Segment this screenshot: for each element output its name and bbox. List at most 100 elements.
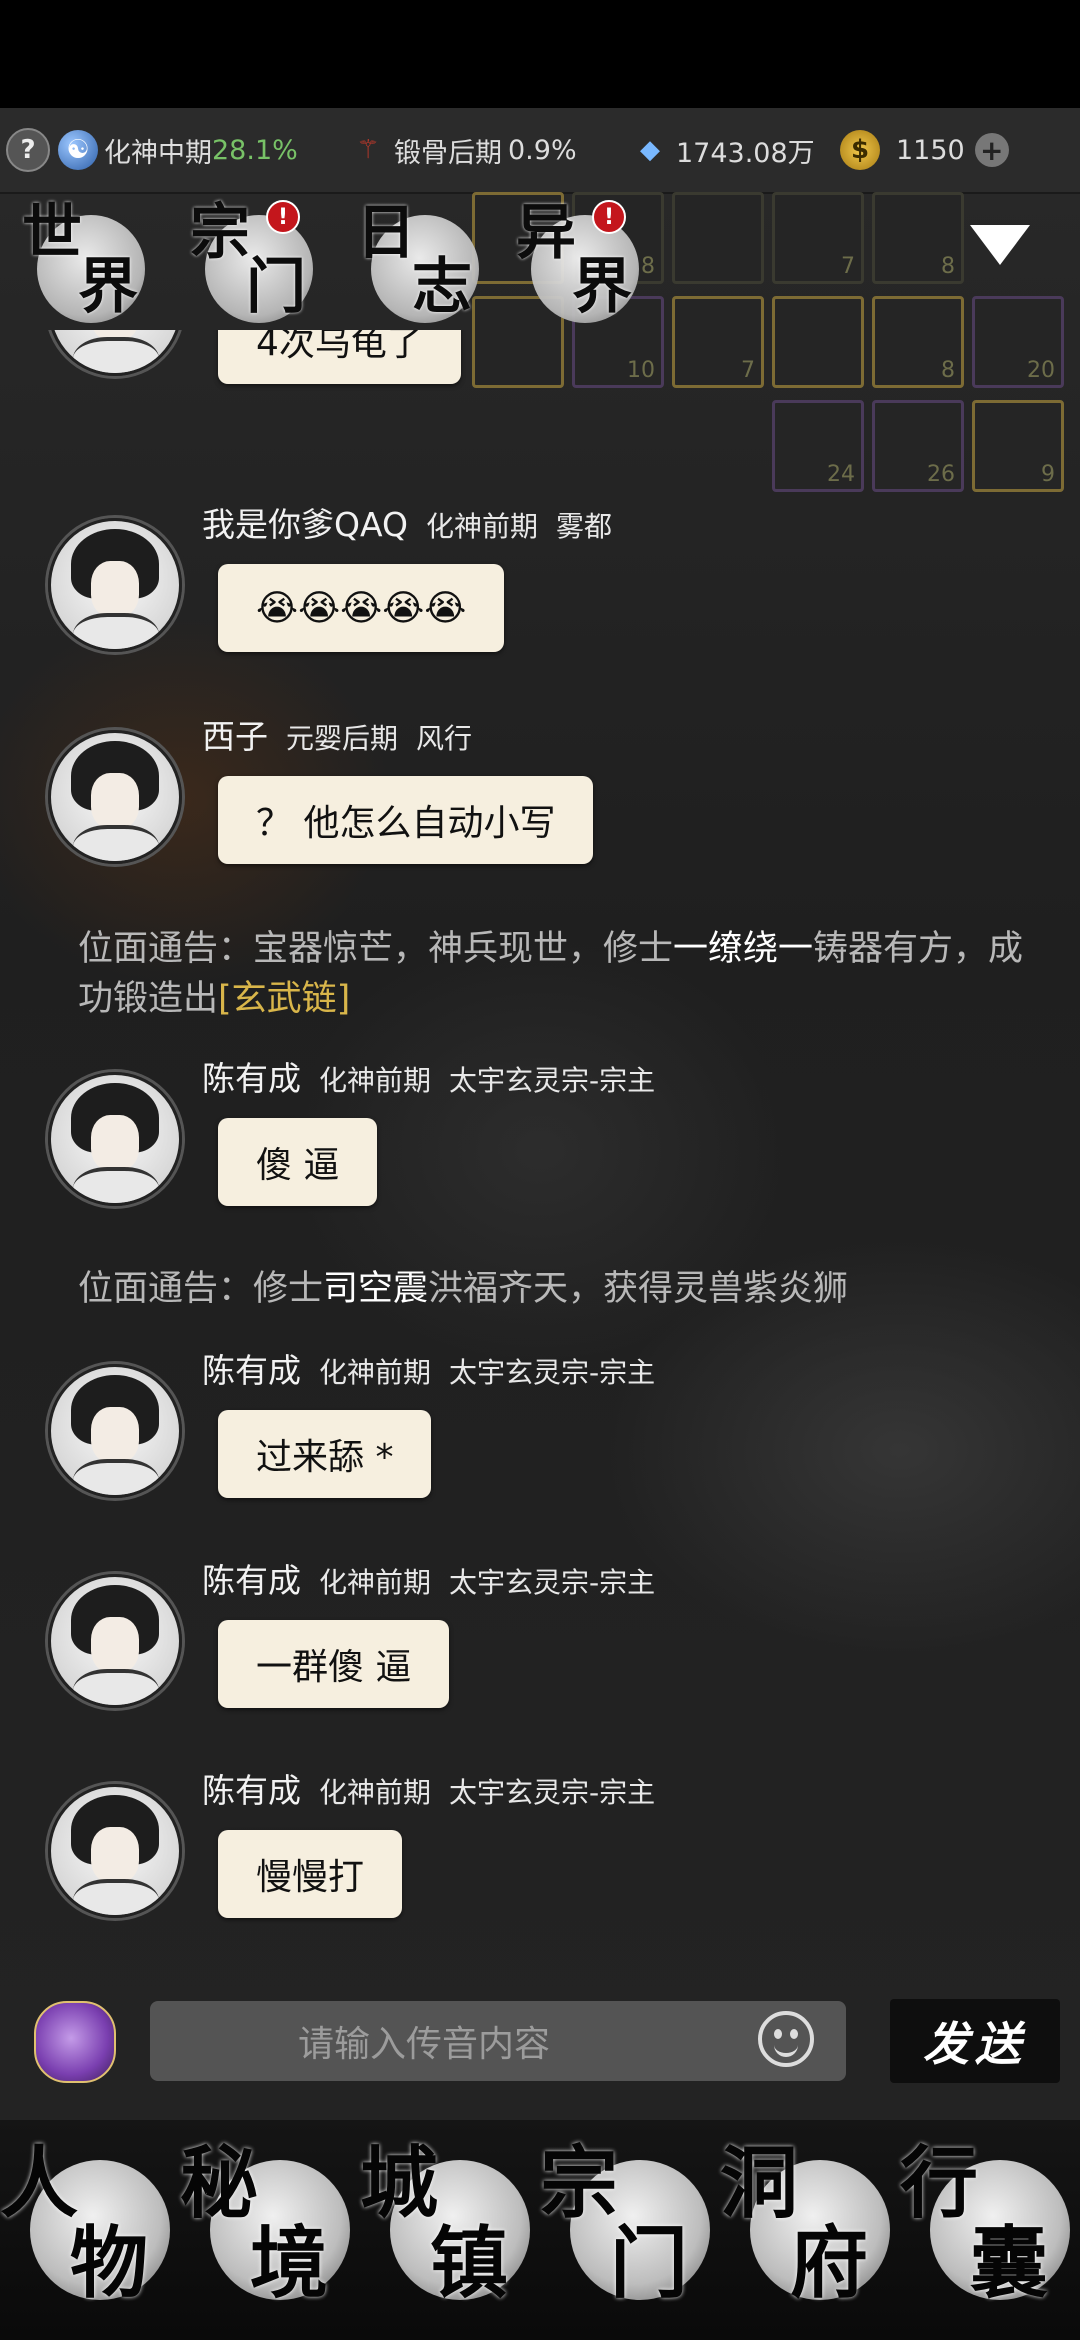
help-button[interactable]: ?	[6, 108, 56, 192]
message-bubble: 傻 逼	[218, 1118, 378, 1206]
avatar[interactable]	[48, 1364, 182, 1498]
nav-char2: 物	[70, 2218, 149, 2309]
nav-char2: 镇	[430, 2218, 509, 2309]
nav-otherworld-button[interactable]: 异 界 !	[516, 195, 646, 325]
send-button[interactable]: 发送	[890, 1999, 1060, 2083]
message-meta: 陈有成 化神前期 太宇玄灵宗-宗主	[202, 1052, 655, 1100]
message-bubble: 一群傻 逼	[218, 1620, 450, 1708]
game-screen: ? ☯ 化神中期 28.1% ⚚ 锻骨后期 0.9% ◆ 1743.08万 $ …	[0, 0, 1080, 2340]
collapse-triangle-icon[interactable]	[970, 225, 1030, 265]
avatar[interactable]	[48, 518, 182, 652]
nav-world-char1: 世	[22, 198, 82, 268]
avatar[interactable]	[48, 1574, 182, 1708]
gold-coin-icon: $	[840, 130, 880, 170]
message-bubble: ？ 他怎么自动小写	[218, 776, 594, 864]
notice-player[interactable]: 司空震	[323, 1269, 428, 1309]
gold-value: 1150	[896, 134, 965, 166]
message-bubble: 4次乌龟了	[218, 330, 461, 384]
message-bubble: 😭😭😭😭😭	[218, 564, 505, 652]
cultivation-percent: 28.1%	[212, 134, 298, 166]
sender-place: 太宇玄灵宗-宗主	[449, 1064, 656, 1097]
sender-name[interactable]: 西子	[202, 717, 268, 756]
sender-name[interactable]: 陈有成	[202, 1351, 301, 1390]
sender-realm: 化神前期	[319, 1064, 432, 1097]
message-meta: 我是你爹QAQ 化神前期 雾都	[202, 498, 612, 546]
spirit-stone-count[interactable]: ◆ 1743.08万	[630, 108, 815, 192]
nav-char1: 秘	[180, 2138, 259, 2229]
sender-place: 雾都	[555, 510, 612, 543]
nav-char2: 门	[610, 2218, 689, 2309]
nav-sect-char2: 门	[246, 252, 306, 322]
nav-secret-realm-button[interactable]: 秘 境	[180, 2130, 360, 2330]
nav-char2: 境	[250, 2218, 329, 2309]
emoji-icon[interactable]	[758, 2011, 814, 2067]
add-gold-icon[interactable]: +	[974, 133, 1009, 167]
nav-log-char1: 日	[356, 198, 416, 268]
message-meta: 陈有成 化神前期 太宇玄灵宗-宗主	[202, 1344, 655, 1392]
nav-sect-char1: 宗	[190, 198, 250, 268]
avatar[interactable]	[48, 1784, 182, 1918]
avatar[interactable]	[48, 330, 182, 376]
cultivation-realm: 化神中期	[104, 137, 212, 169]
nav-world-char2: 界	[78, 252, 138, 322]
cultivation-level[interactable]: ☯ 化神中期 28.1%	[58, 108, 298, 192]
nav-sect-button[interactable]: 宗 门 !	[190, 195, 320, 325]
pet-avatar-icon[interactable]	[34, 2001, 116, 2083]
nav-sect-button[interactable]: 宗 门	[540, 2130, 720, 2330]
sender-place: 太宇玄灵宗-宗主	[449, 1356, 656, 1389]
nav-char1: 洞	[720, 2138, 799, 2229]
taiji-icon: ☯	[58, 130, 98, 170]
sender-place: 太宇玄灵宗-宗主	[449, 1776, 656, 1809]
gold-count[interactable]: $ 1150 +	[840, 108, 1009, 192]
notice-prefix: 位面通告：宝器惊芒，神兵现世，修士	[78, 929, 674, 969]
resource-bar: ? ☯ 化神中期 28.1% ⚚ 锻骨后期 0.9% ◆ 1743.08万 $ …	[0, 108, 1080, 194]
sender-name[interactable]: 陈有成	[202, 1561, 301, 1600]
sender-realm: 化神前期	[319, 1356, 432, 1389]
body-refine-icon: ⚚	[356, 135, 380, 165]
message-meta: 陈有成 化神前期 太宇玄灵宗-宗主	[202, 1554, 655, 1602]
sender-name[interactable]: 我是你爹QAQ	[202, 505, 408, 544]
notice-middle: 洪福齐天，获得灵兽紫炎狮	[428, 1269, 849, 1309]
notification-badge: !	[266, 200, 300, 234]
nav-char2: 府	[790, 2218, 869, 2309]
sender-realm: 化神前期	[319, 1776, 432, 1809]
system-notice: 位面通告：宝器惊芒，神兵现世，修士一缭绕一铸器有方，成功锻造出[玄武链]	[78, 924, 1028, 1024]
body-level[interactable]: ⚚ 锻骨后期 0.9%	[348, 108, 577, 192]
nav-char2: 囊	[970, 2218, 1049, 2309]
top-nav: 世 界 宗 门 ! 日 志 异 界 !	[0, 190, 1080, 330]
bottom-nav: 人 物 秘 境 城 镇 宗 门 洞 府 行 囊	[0, 2120, 1080, 2340]
sender-name[interactable]: 陈有成	[202, 1771, 301, 1810]
message-input[interactable]: 请输入传音内容	[150, 2001, 846, 2081]
nav-cave-button[interactable]: 洞 府	[720, 2130, 900, 2330]
message-bubble: 慢慢打	[218, 1830, 403, 1918]
nav-otherworld-char2: 界	[572, 252, 632, 322]
nav-character-button[interactable]: 人 物	[0, 2130, 180, 2330]
nav-bag-button[interactable]: 行 囊	[900, 2130, 1080, 2330]
spirit-stone-icon: ◆	[640, 135, 660, 165]
spirit-stone-value: 1743.08万	[676, 137, 815, 169]
notice-item-link[interactable]: [玄武链]	[218, 979, 350, 1019]
avatar[interactable]	[48, 1072, 182, 1206]
sender-realm: 化神前期	[319, 1566, 432, 1599]
sender-place: 太宇玄灵宗-宗主	[449, 1566, 656, 1599]
nav-char1: 人	[0, 2138, 79, 2229]
message-meta: 陈有成 化神前期 太宇玄灵宗-宗主	[202, 1764, 655, 1812]
nav-log-char2: 志	[412, 252, 472, 322]
message-bubble: 过来舔 *	[218, 1410, 432, 1498]
nav-char1: 城	[360, 2138, 439, 2229]
nav-char1: 行	[900, 2138, 979, 2229]
notice-player[interactable]: 一缭绕一	[673, 929, 813, 969]
notice-prefix: 位面通告：修士	[78, 1269, 324, 1309]
message-meta: 西子 元婴后期 风行	[202, 710, 472, 758]
sender-name[interactable]: 陈有成	[202, 1059, 301, 1098]
sender-realm: 元婴后期	[286, 722, 399, 755]
body-percent: 0.9%	[508, 134, 577, 166]
sender-realm: 化神前期	[425, 510, 538, 543]
chat-list[interactable]: 4次乌龟了 我是你爹QAQ 化神前期 雾都 😭😭😭😭😭 西子 元婴后期 风行 ？ 他怎么…	[0, 330, 1080, 1970]
nav-world-button[interactable]: 世 界	[22, 195, 152, 325]
status-bar	[0, 0, 1080, 108]
avatar[interactable]	[48, 730, 182, 864]
nav-town-button[interactable]: 城 镇	[360, 2130, 540, 2330]
notification-badge: !	[592, 200, 626, 234]
nav-log-button[interactable]: 日 志	[356, 195, 486, 325]
